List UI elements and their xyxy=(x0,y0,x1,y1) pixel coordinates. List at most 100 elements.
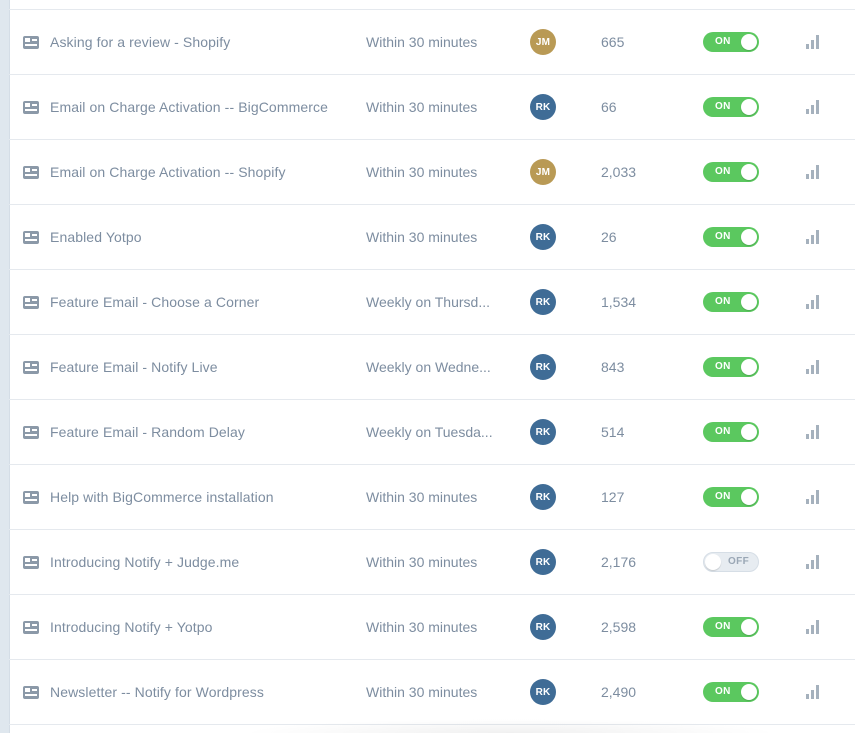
owner-avatar-cell: RK xyxy=(530,205,558,269)
bar-chart-icon[interactable] xyxy=(806,360,822,374)
status-toggle[interactable]: ON xyxy=(703,32,759,52)
row-icon-cell xyxy=(23,270,43,334)
status-toggle[interactable]: ON xyxy=(703,292,759,312)
table-row[interactable]: Asking for a review - Shopify Within 30 m… xyxy=(9,10,855,75)
sent-count: 66 xyxy=(601,99,617,115)
toggle-label: ON xyxy=(715,36,731,47)
table-row[interactable]: Feature Email - Choose a Corner Weekly on… xyxy=(9,270,855,335)
owner-avatar-cell: RK xyxy=(530,335,558,399)
status-toggle[interactable]: ON xyxy=(703,357,759,377)
owner-avatar-cell: RK xyxy=(530,75,558,139)
table-row[interactable]: Email on Charge Activation -- BigCommerc… xyxy=(9,75,855,140)
stats-cell xyxy=(806,660,826,724)
sent-count: 514 xyxy=(601,424,625,440)
table-row[interactable]: Introducing Notify + Judge.me Within 30 m… xyxy=(9,530,855,595)
table-row[interactable]: Newsletter -- Notify for Wordpress Within… xyxy=(9,660,855,725)
row-icon-cell xyxy=(23,465,43,529)
campaign-name[interactable]: Newsletter -- Notify for Wordpress xyxy=(50,660,350,724)
status-toggle[interactable]: ON xyxy=(703,97,759,117)
avatar: RK xyxy=(530,419,556,445)
toggle-cell: ON xyxy=(703,75,763,139)
toggle-knob xyxy=(741,424,757,440)
avatar: RK xyxy=(530,549,556,575)
email-template-icon xyxy=(23,490,39,504)
toggle-label: ON xyxy=(715,296,731,307)
campaign-name[interactable]: Feature Email - Notify Live xyxy=(50,335,350,399)
table-row[interactable]: Help with BigCommerce installation Within… xyxy=(9,465,855,530)
row-icon-cell xyxy=(23,335,43,399)
toggle-knob xyxy=(741,619,757,635)
email-template-icon xyxy=(23,295,39,309)
status-toggle[interactable]: ON xyxy=(703,162,759,182)
bar-chart-icon[interactable] xyxy=(806,425,822,439)
bar-chart-icon[interactable] xyxy=(806,490,822,504)
campaign-name[interactable]: Feature Email - Random Delay xyxy=(50,400,350,464)
email-template-icon xyxy=(23,360,39,374)
campaign-name[interactable]: Email on Charge Activation -- BigCommerc… xyxy=(50,75,350,139)
sent-count: 2,598 xyxy=(601,619,637,635)
status-toggle[interactable]: ON xyxy=(703,227,759,247)
toggle-label: ON xyxy=(715,426,731,437)
bar-chart-icon[interactable] xyxy=(806,35,822,49)
campaign-schedule: Weekly on Tuesda... xyxy=(366,424,493,440)
avatar: RK xyxy=(530,354,556,380)
table-row[interactable]: Enabled Yotpo Within 30 minutes RK 26 ON xyxy=(9,205,855,270)
status-toggle[interactable]: OFF xyxy=(703,552,759,572)
email-template-icon xyxy=(23,425,39,439)
campaign-name[interactable]: Help with BigCommerce installation xyxy=(50,465,350,529)
avatar: RK xyxy=(530,614,556,640)
status-toggle[interactable]: ON xyxy=(703,617,759,637)
toggle-knob xyxy=(741,99,757,115)
owner-avatar-cell: RK xyxy=(530,595,558,659)
status-toggle[interactable]: ON xyxy=(703,422,759,442)
toggle-label: ON xyxy=(715,231,731,242)
toggle-cell: ON xyxy=(703,660,763,724)
toggle-label: ON xyxy=(715,361,731,372)
bar-chart-icon[interactable] xyxy=(806,165,822,179)
sent-count: 843 xyxy=(601,359,625,375)
bottom-shadow xyxy=(240,719,780,733)
toggle-cell: OFF xyxy=(703,530,763,594)
avatar: JM xyxy=(530,159,556,185)
campaign-schedule: Within 30 minutes xyxy=(366,164,478,180)
campaign-name[interactable]: Email on Charge Activation -- Shopify xyxy=(50,140,350,204)
table-row[interactable]: Email on Charge Activation -- Shopify Wit… xyxy=(9,140,855,205)
bar-chart-icon[interactable] xyxy=(806,620,822,634)
table-row[interactable]: Introducing Notify + Yotpo Within 30 minu… xyxy=(9,595,855,660)
sent-count: 2,033 xyxy=(601,164,637,180)
avatar: JM xyxy=(530,29,556,55)
campaign-schedule: Weekly on Thursd... xyxy=(366,294,490,310)
table-row[interactable]: Feature Email - Notify Live Weekly on Wed… xyxy=(9,335,855,400)
row-icon-cell xyxy=(23,400,43,464)
avatar: RK xyxy=(530,289,556,315)
bar-chart-icon[interactable] xyxy=(806,230,822,244)
stats-cell xyxy=(806,595,826,659)
row-icon-cell xyxy=(23,595,43,659)
campaign-name[interactable]: Introducing Notify + Judge.me xyxy=(50,530,350,594)
status-toggle[interactable]: ON xyxy=(703,682,759,702)
campaign-name[interactable]: Introducing Notify + Yotpo xyxy=(50,595,350,659)
row-icon-cell xyxy=(23,140,43,204)
status-toggle[interactable]: ON xyxy=(703,487,759,507)
toggle-cell: ON xyxy=(703,270,763,334)
sent-count: 2,490 xyxy=(601,684,637,700)
toggle-knob xyxy=(741,229,757,245)
campaign-name[interactable]: Asking for a review - Shopify xyxy=(50,10,350,74)
campaign-schedule: Weekly on Wedne... xyxy=(366,359,491,375)
toggle-label: ON xyxy=(715,166,731,177)
owner-avatar-cell: RK xyxy=(530,465,558,529)
stats-cell xyxy=(806,335,826,399)
toggle-knob xyxy=(741,359,757,375)
bar-chart-icon[interactable] xyxy=(806,685,822,699)
bar-chart-icon[interactable] xyxy=(806,555,822,569)
sent-count: 2,176 xyxy=(601,554,637,570)
email-template-icon xyxy=(23,555,39,569)
stats-cell xyxy=(806,75,826,139)
campaign-name[interactable]: Feature Email - Choose a Corner xyxy=(50,270,350,334)
toggle-label: ON xyxy=(715,491,731,502)
bar-chart-icon[interactable] xyxy=(806,295,822,309)
bar-chart-icon[interactable] xyxy=(806,100,822,114)
campaign-schedule: Within 30 minutes xyxy=(366,554,478,570)
campaign-name[interactable]: Enabled Yotpo xyxy=(50,205,350,269)
table-row[interactable]: Feature Email - Random Delay Weekly on Tu… xyxy=(9,400,855,465)
